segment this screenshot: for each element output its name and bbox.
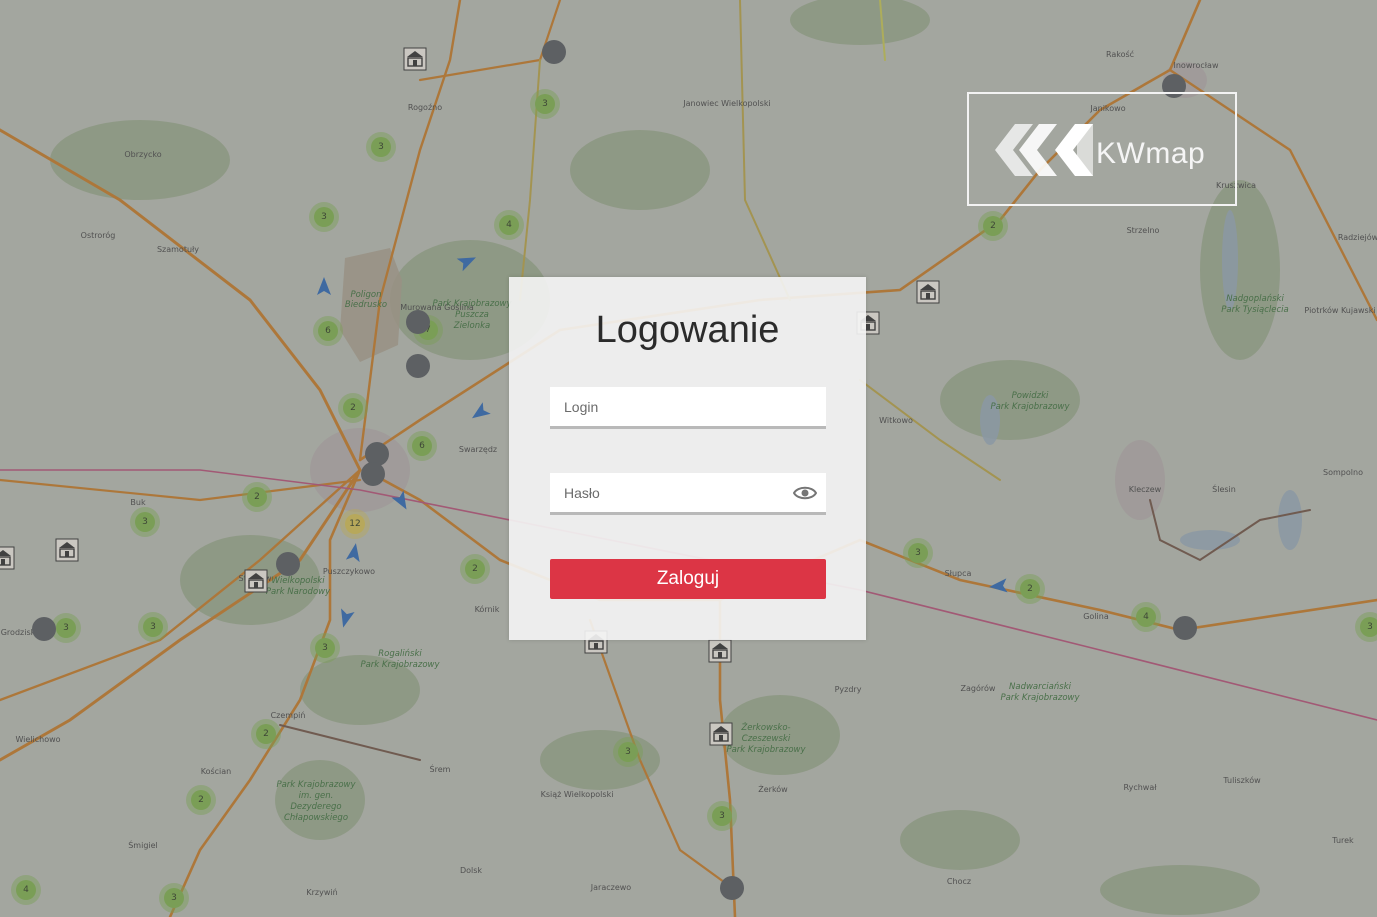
kwmap-logo: KWmap <box>967 92 1237 206</box>
login-title: Logowanie <box>595 309 780 351</box>
login-panel: Logowanie Zaloguj <box>509 277 866 640</box>
login-button[interactable]: Zaloguj <box>550 559 826 599</box>
logo-text: KWmap <box>1096 137 1206 170</box>
login-input[interactable] <box>550 387 826 429</box>
show-password-eye-icon[interactable] <box>793 485 817 501</box>
password-input[interactable] <box>550 473 826 515</box>
